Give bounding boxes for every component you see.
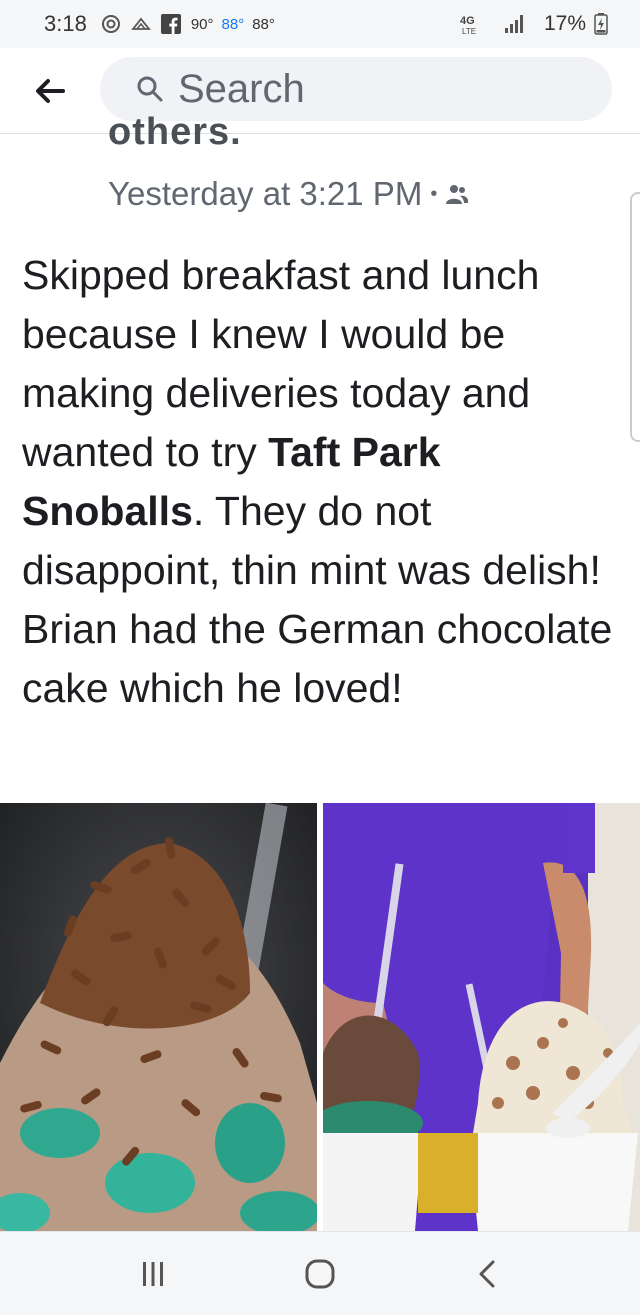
battery-percent: 17% [543,12,586,35]
status-temp-3: 88° [252,15,275,33]
at-sign-icon [101,14,121,34]
status-right: 4G LTE 17% [460,12,618,36]
photo-snoballs-held[interactable] [323,803,640,1231]
recent-apps-button[interactable] [123,1244,183,1304]
friends-icon[interactable] [445,182,469,206]
signal-icon [504,14,526,34]
search-input[interactable]: Search [100,57,612,121]
battery-charging-icon [594,13,608,35]
meta-separator: • [430,182,438,205]
side-panel-edge[interactable] [630,192,640,442]
system-back-button[interactable] [457,1244,517,1304]
snoballs-held-by-person-photo [323,803,640,1231]
back-button[interactable] [0,48,100,134]
status-temp-2: 88° [221,15,245,33]
system-nav-bar [0,1231,640,1315]
status-time: 3:18 [44,11,87,36]
post-previous-line: others. [108,116,242,156]
home-button[interactable] [290,1244,350,1304]
recent-apps-icon [143,1261,164,1286]
svg-text:LTE: LTE [462,27,476,35]
status-temp-1: 90° [190,15,214,33]
home-icon [305,1259,335,1288]
search-icon [136,75,164,103]
search-placeholder: Search [178,66,305,111]
weather-icon [130,15,151,33]
status-bar: 3:18 90° 88° 88° 4G LTE 17% [0,0,640,48]
back-icon [479,1260,495,1287]
photo-snoball-chocolate[interactable] [0,803,317,1231]
facebook-icon [160,14,181,34]
photo-grid [0,803,640,1231]
arrow-left-icon [36,78,65,103]
post-previous-line-text: others. [108,116,242,153]
svg-text:4G: 4G [460,15,475,27]
post-meta[interactable]: Yesterday at 3:21 PM • [108,175,469,213]
post-timestamp[interactable]: Yesterday at 3:21 PM [108,175,422,213]
post-body: Skipped breakfast and lunch because I kn… [22,246,622,718]
lte-icon: 4G LTE [460,13,486,35]
snoball-chocolate-sprinkles-photo [0,803,317,1231]
search-header: Search [0,48,640,134]
